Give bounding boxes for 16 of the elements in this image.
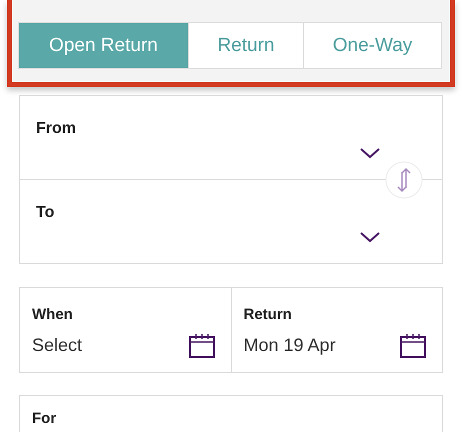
field-label: To bbox=[36, 204, 54, 222]
field-label: From bbox=[36, 120, 76, 138]
passengers-card[interactable]: For bbox=[19, 395, 443, 432]
field-label: When bbox=[32, 306, 74, 323]
field-label: Return bbox=[244, 306, 293, 323]
field-label: For bbox=[32, 410, 56, 427]
date-field[interactable]: When Select bbox=[20, 288, 230, 372]
calendar-icon bbox=[188, 333, 214, 358]
chevron-down-icon bbox=[360, 232, 380, 243]
date-value: Mon 19 Apr bbox=[244, 335, 336, 356]
swap-icon[interactable] bbox=[385, 161, 423, 199]
calendar-icon bbox=[400, 333, 426, 358]
station-field[interactable]: From bbox=[20, 96, 442, 179]
date-field[interactable]: Return Mon 19 Apr bbox=[230, 288, 442, 372]
chevron-down-icon bbox=[360, 148, 380, 159]
date-value: Select bbox=[32, 335, 82, 356]
